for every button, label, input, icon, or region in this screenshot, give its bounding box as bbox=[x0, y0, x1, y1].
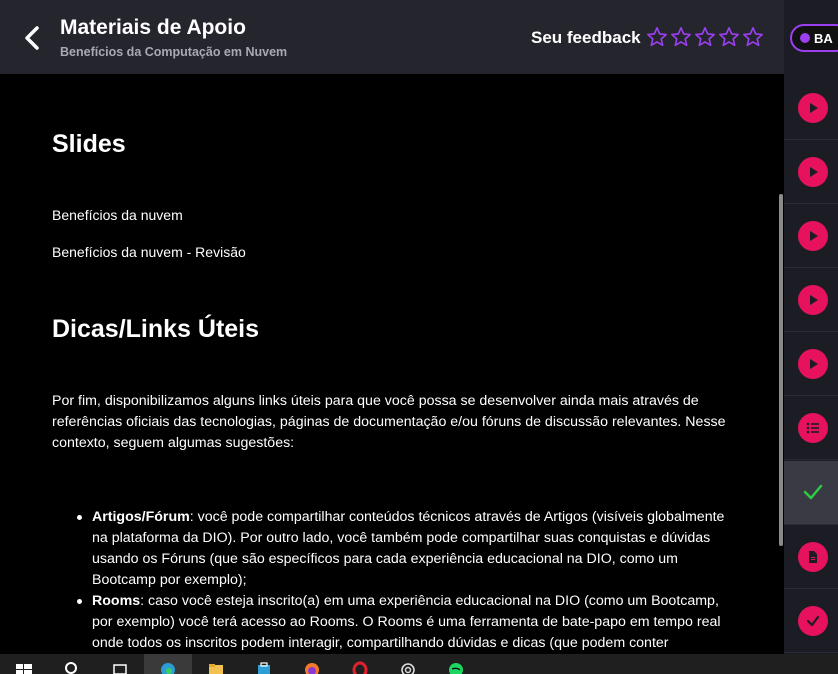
play-icon bbox=[798, 221, 828, 251]
star-icon[interactable] bbox=[670, 26, 692, 48]
list-item-term: Artigos/Fórum bbox=[92, 509, 190, 525]
store-icon[interactable] bbox=[240, 654, 288, 674]
star-icon[interactable] bbox=[694, 26, 716, 48]
play-icon bbox=[798, 157, 828, 187]
check-icon bbox=[798, 606, 828, 636]
sidebar-item-document[interactable] bbox=[784, 525, 838, 589]
links-heading: Dicas/Links Úteis bbox=[52, 315, 260, 343]
sidebar-item-video[interactable] bbox=[784, 76, 838, 140]
bootcamp-badge[interactable]: BA bbox=[790, 24, 838, 52]
list-item: Rooms: caso você esteja inscrito(a) em u… bbox=[77, 591, 742, 654]
edge-icon[interactable] bbox=[144, 654, 192, 674]
lesson-sidebar bbox=[784, 74, 838, 654]
sidebar-item-video[interactable] bbox=[784, 140, 838, 204]
slides-heading: Slides bbox=[52, 130, 126, 158]
star-icon[interactable] bbox=[718, 26, 740, 48]
slide-link[interactable]: Benefícios da nuvem - Revisão bbox=[52, 244, 246, 260]
main-content: Slides Benefícios da nuvem Benefícios da… bbox=[0, 74, 784, 654]
firefox-icon[interactable] bbox=[288, 654, 336, 674]
opera-icon[interactable] bbox=[336, 654, 384, 674]
tips-list: Artigos/Fórum: você pode compartilhar co… bbox=[77, 507, 742, 654]
star-icon[interactable] bbox=[646, 26, 668, 48]
file-explorer-icon[interactable] bbox=[192, 654, 240, 674]
page-title: Materiais de Apoio bbox=[60, 16, 246, 39]
list-item-text: : caso você esteja inscrito(a) em uma ex… bbox=[92, 593, 721, 651]
feedback-label: Seu feedback bbox=[531, 28, 641, 47]
spotify-icon[interactable] bbox=[432, 654, 480, 674]
star-icon[interactable] bbox=[742, 26, 764, 48]
badge-dot-icon bbox=[800, 33, 810, 43]
list-item: Artigos/Fórum: você pode compartilhar co… bbox=[77, 507, 742, 591]
chatgpt-icon[interactable] bbox=[384, 654, 432, 674]
sidebar-item-current[interactable] bbox=[784, 461, 838, 525]
page-subtitle: Benefícios da Computação em Nuvem bbox=[60, 45, 288, 59]
intro-paragraph: Por fim, disponibilizamos alguns links ú… bbox=[52, 393, 726, 451]
back-button[interactable] bbox=[20, 24, 44, 52]
content-scrollbar[interactable] bbox=[776, 74, 784, 654]
sidebar-item-video[interactable] bbox=[784, 204, 838, 268]
check-icon bbox=[803, 484, 823, 500]
windows-start-icon[interactable] bbox=[0, 654, 48, 674]
scrollbar-thumb[interactable] bbox=[779, 194, 783, 546]
play-icon bbox=[798, 285, 828, 315]
windows-taskbar bbox=[0, 654, 838, 674]
play-icon bbox=[798, 93, 828, 123]
feedback-stars bbox=[646, 26, 764, 48]
sidebar-item-video[interactable] bbox=[784, 332, 838, 396]
badge-label: BA bbox=[814, 30, 833, 46]
sidebar-header: BA bbox=[784, 0, 838, 74]
search-icon[interactable] bbox=[48, 654, 96, 674]
list-item-term: Rooms bbox=[92, 593, 141, 609]
top-bar: Materiais de Apoio Benefícios da Computa… bbox=[0, 0, 784, 74]
sidebar-item-list[interactable] bbox=[784, 396, 838, 460]
slide-link[interactable]: Benefícios da nuvem bbox=[52, 207, 183, 223]
chevron-left-icon bbox=[25, 26, 39, 50]
sidebar-item-video[interactable] bbox=[784, 268, 838, 332]
list-icon bbox=[798, 413, 828, 443]
task-view-icon[interactable] bbox=[96, 654, 144, 674]
play-icon bbox=[798, 349, 828, 379]
sidebar-item-quiz[interactable] bbox=[784, 589, 838, 653]
document-icon bbox=[798, 542, 828, 572]
